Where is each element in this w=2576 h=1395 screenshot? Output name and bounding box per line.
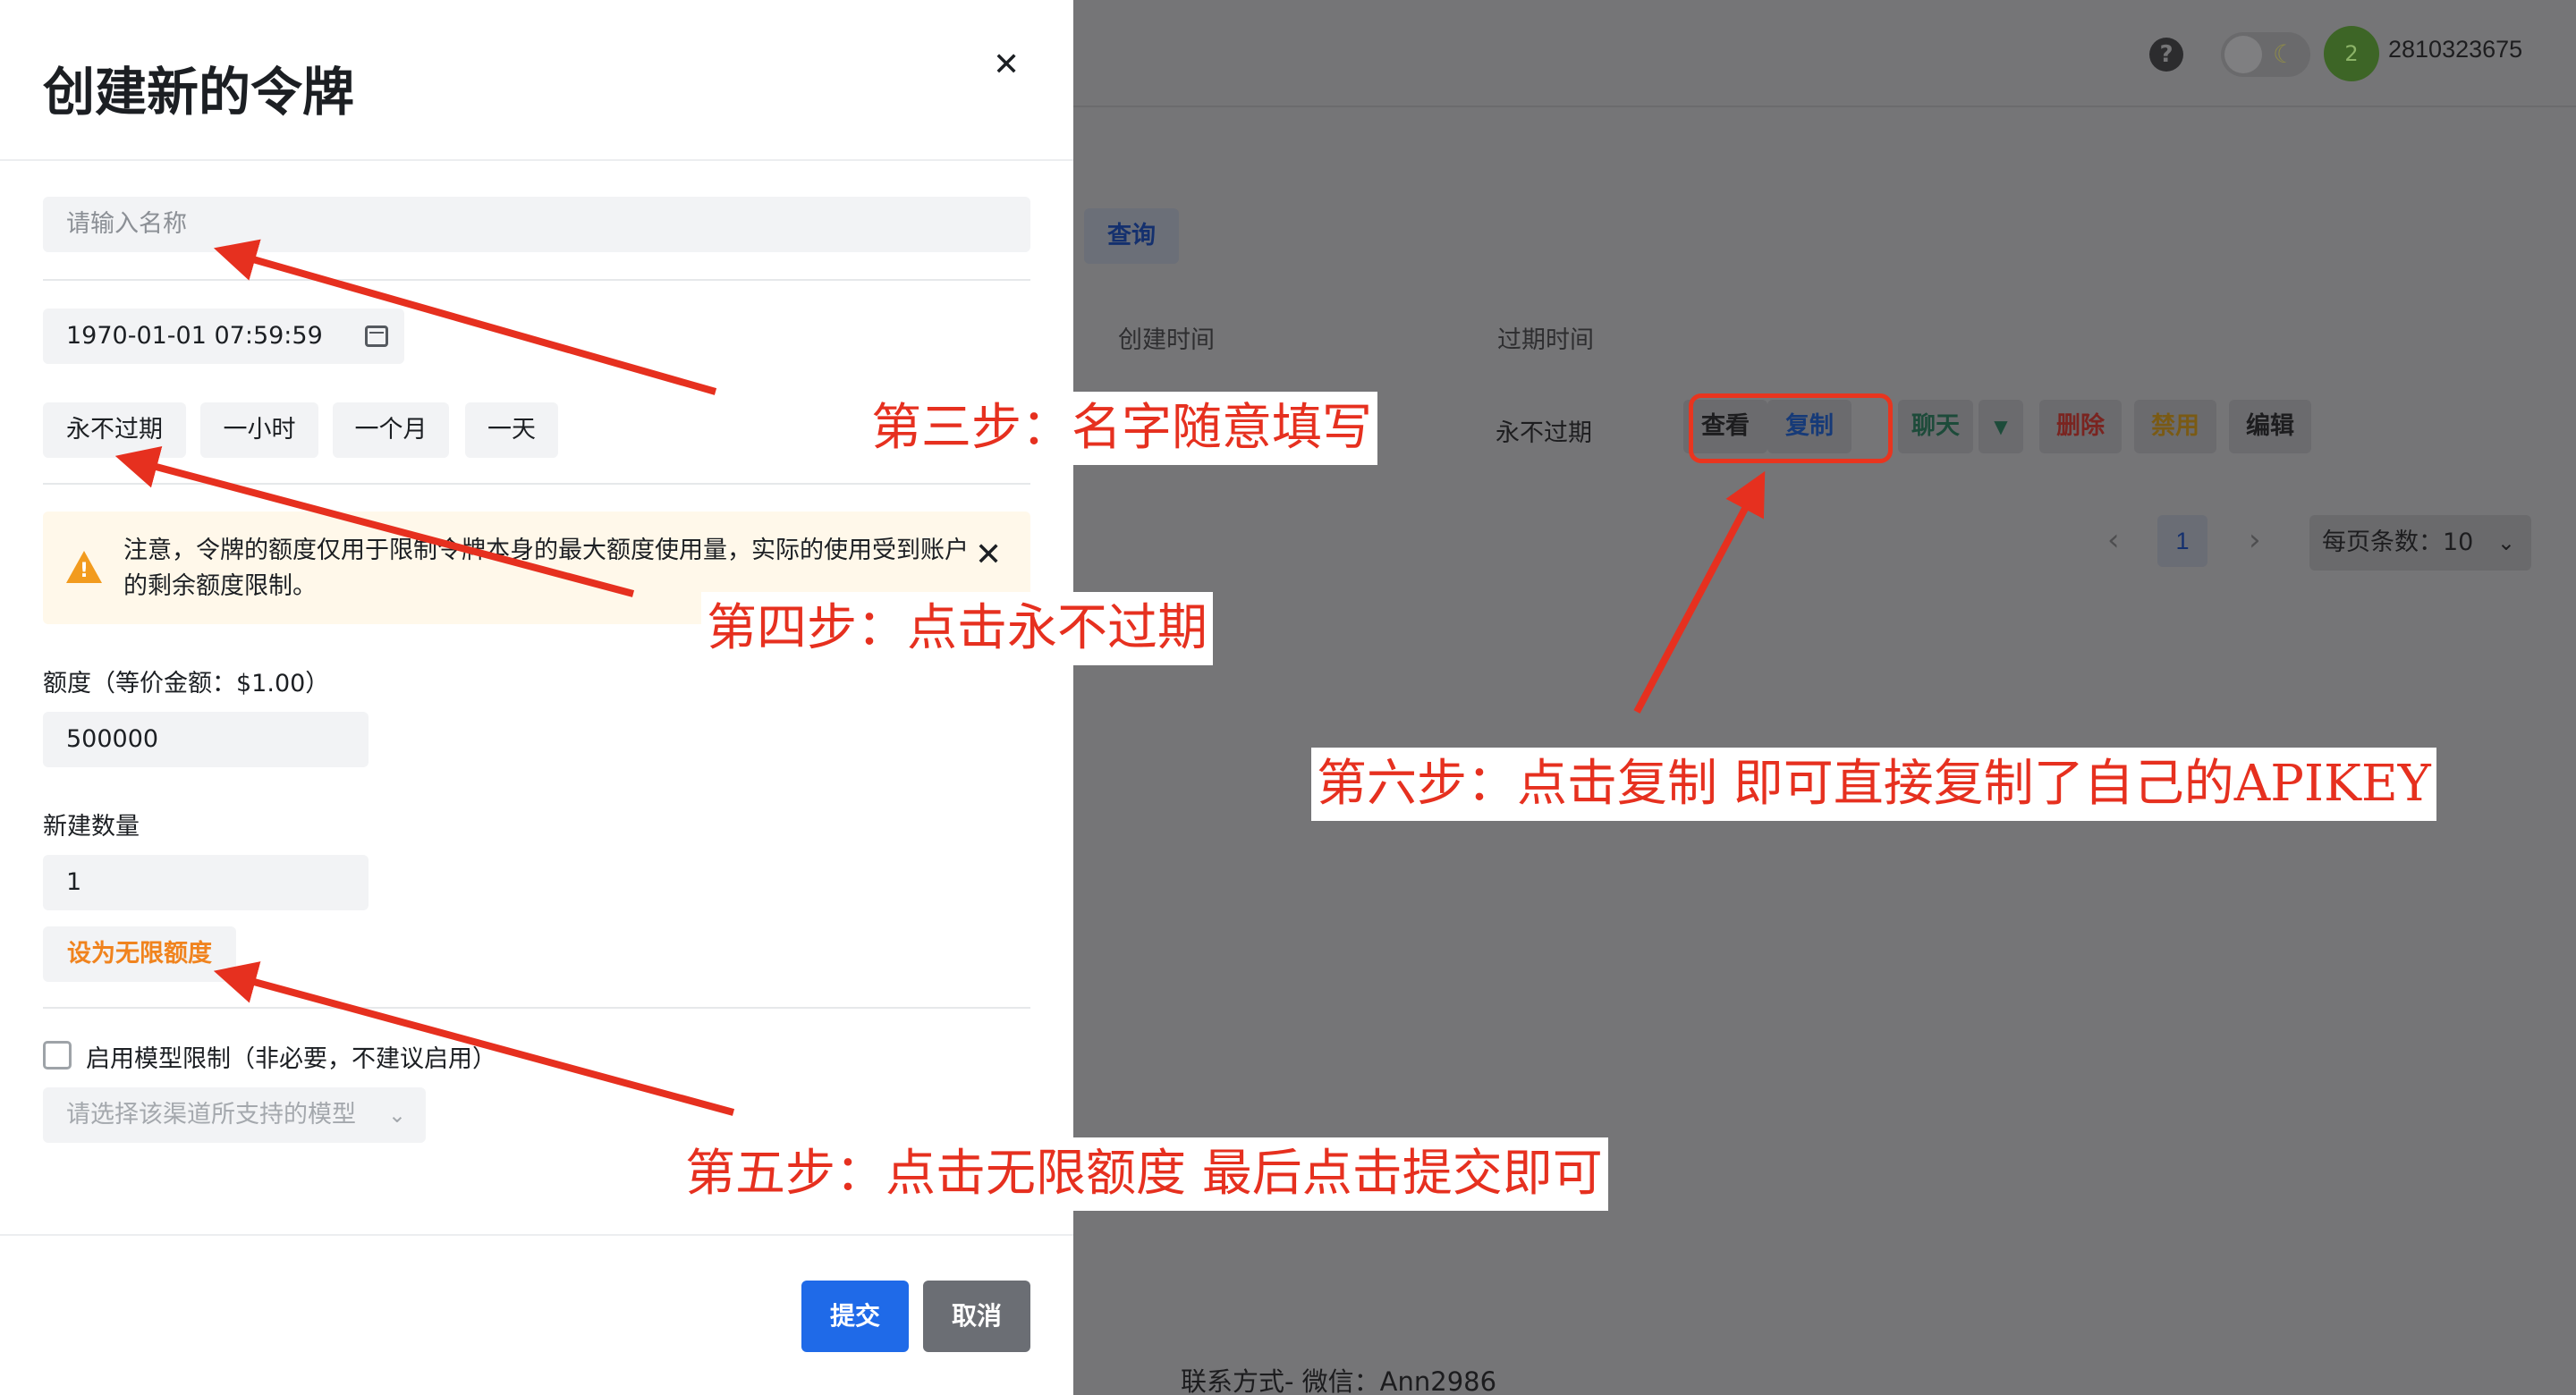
model-limit-label[interactable]: 启用模型限制（非必要，不建议启用） (86, 1039, 496, 1074)
one-hour-button[interactable]: 一小时 (200, 402, 318, 458)
count-input[interactable]: 1 (43, 855, 369, 910)
cancel-button[interactable]: 取消 (923, 1281, 1030, 1352)
divider (43, 279, 1030, 281)
quota-input[interactable]: 500000 (43, 712, 369, 767)
expire-cell: 永不过期 (1496, 419, 1592, 447)
header-divider (0, 159, 1073, 161)
quota-label: 额度（等价金额：$1.00） (43, 670, 330, 698)
divider (43, 483, 1030, 485)
annotation-step3: 第三步：名字随意填写 (866, 392, 1377, 465)
chevron-down-icon: ⌄ (387, 1103, 406, 1128)
model-select[interactable]: 请选择该渠道所支持的模型 ⌄ (43, 1087, 426, 1143)
annotation-step4: 第四步：点击永不过期 (701, 592, 1213, 665)
edit-button[interactable]: 编辑 (2229, 400, 2311, 453)
username[interactable]: 2810323675 (2388, 36, 2522, 63)
query-button[interactable]: 查询 (1084, 208, 1179, 264)
disable-button[interactable]: 禁用 (2134, 400, 2216, 453)
calendar-icon[interactable] (365, 326, 388, 347)
count-label: 新建数量 (43, 813, 140, 841)
annotation-step5: 第五步：点击无限额度 最后点击提交即可 (680, 1137, 1608, 1211)
modal-title: 创建新的令牌 (43, 62, 355, 123)
warning-icon: ! (66, 551, 102, 583)
page-size-select[interactable]: 每页条数：10 ⌄ (2309, 515, 2531, 571)
one-day-button[interactable]: 一天 (465, 402, 558, 458)
never-expire-button[interactable]: 永不过期 (43, 402, 186, 458)
expire-date-picker[interactable]: 1970-01-01 07:59:59 (43, 309, 404, 364)
annotation-step6: 第六步：点击复制 即可直接复制了自己的APIKEY (1311, 748, 2436, 821)
model-limit-checkbox[interactable] (43, 1041, 72, 1070)
help-icon[interactable]: ? (2149, 38, 2183, 72)
chat-dropdown-button[interactable]: ▼ (1979, 400, 2023, 453)
column-expire-time: 过期时间 (1497, 326, 1594, 354)
theme-toggle[interactable]: ☾ (2221, 32, 2310, 77)
page-size-label: 每页条数：10 (2322, 528, 2474, 556)
token-name-input[interactable]: 请输入名称 (43, 197, 1030, 252)
chat-button[interactable]: 聊天 (1898, 400, 1973, 453)
delete-button[interactable]: 删除 (2039, 400, 2122, 453)
pagination-current-page[interactable]: 1 (2157, 515, 2207, 567)
caret-down-icon: ▼ (1994, 416, 2008, 437)
column-created-time: 创建时间 (1118, 326, 1215, 354)
footer-contact: 联系方式- 微信：Ann2986 (1181, 1366, 1497, 1395)
chevron-down-icon: ⌄ (2496, 530, 2515, 555)
toggle-knob (2224, 36, 2262, 73)
moon-icon: ☾ (2273, 39, 2296, 69)
expire-date-value: 1970-01-01 07:59:59 (66, 322, 323, 350)
one-month-button[interactable]: 一个月 (333, 402, 449, 458)
copy-highlight-box (1689, 393, 1893, 463)
divider (43, 1007, 1030, 1009)
avatar[interactable]: 2 (2324, 26, 2379, 81)
set-unlimited-button[interactable]: 设为无限额度 (43, 926, 236, 982)
model-select-placeholder: 请选择该渠道所支持的模型 (66, 1101, 356, 1129)
chevron-left-icon[interactable]: ‹ (2107, 522, 2120, 558)
chevron-right-icon[interactable]: › (2249, 522, 2261, 558)
close-icon[interactable]: ✕ (993, 46, 1020, 83)
submit-button[interactable]: 提交 (801, 1281, 909, 1352)
close-icon[interactable]: ✕ (975, 537, 1002, 573)
footer-divider (0, 1234, 1073, 1236)
